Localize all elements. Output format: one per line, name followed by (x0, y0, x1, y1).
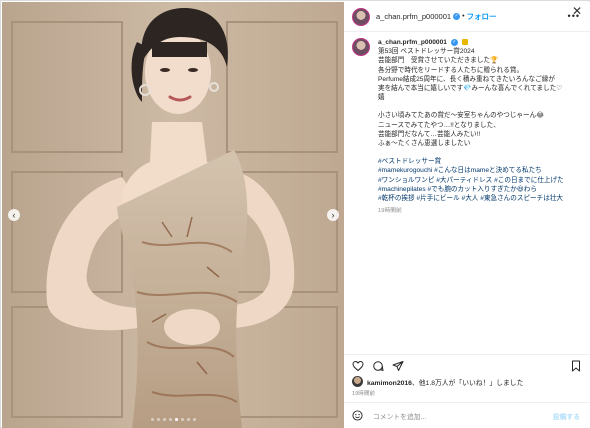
emoji-icon[interactable] (352, 410, 363, 421)
caption-line: ふぁ〜たくさん恵選しましたい (378, 140, 471, 148)
caption-body: a_chan.prfm_p000001 ✓ 第53回 ベストドレッサー賞2024… (378, 38, 582, 338)
post-details-panel: a_chan.prfm_p000001 ✓ • フォロー ••• a_chan.… (344, 2, 590, 428)
caption-line: 芸能部門 受賞させていただきました🏆 (378, 57, 499, 65)
hashtag-line[interactable]: #ワンショルワンピ #大パーティドレス #この日までに仕上げた (378, 176, 582, 185)
carousel-dot-active (174, 418, 178, 421)
caption-line: ニュースでみてたやつ…!!となりました、 (378, 121, 500, 129)
hashtag-line[interactable]: #乾杯の挨拶 #片手にビール #大人 #東急さんのスピーチは壮大 (378, 194, 582, 203)
caption-line: 実を結んで本当に嬉しいです💎みーんな喜んでくれてました♡ (378, 85, 563, 93)
post-timestamp: 19時間前 (352, 391, 376, 397)
carousel-dot (150, 418, 154, 421)
liker-avatar[interactable] (352, 376, 363, 387)
carousel-dots (2, 418, 344, 421)
post-header: a_chan.prfm_p000001 ✓ • フォロー ••• (344, 2, 590, 32)
carousel-dot (192, 418, 196, 421)
close-icon[interactable]: ✕ (571, 5, 583, 17)
post-media[interactable]: ‹ › (2, 2, 344, 428)
comment-input[interactable]: コメントを追加... (373, 411, 553, 421)
comment-icon[interactable] (372, 360, 384, 372)
caption-avatar[interactable] (352, 38, 370, 56)
liker-username[interactable]: kamimon2016 (367, 380, 412, 387)
follow-button[interactable]: フォロー (467, 11, 497, 22)
heart-icon[interactable] (352, 360, 364, 372)
caption-line: Perfume結成25周年に、長く積み重ねてきたいろんなご縁が (378, 75, 555, 83)
likes-text[interactable]: 、他1.8万人が「いいね！」しました (412, 380, 523, 387)
carousel-dot (180, 418, 184, 421)
bookmark-icon[interactable] (570, 360, 582, 372)
hashtag-line[interactable]: #machinepilates #でも腕のカット入りすぎたか😆わら (378, 185, 582, 194)
caption-line: 小さい頃みてたあの賞だ〜安室ちゃんのやつじゃーん😂 (378, 112, 544, 120)
header-username[interactable]: a_chan.prfm_p000001 (376, 12, 451, 21)
post-comment-button[interactable]: 投稿する (553, 411, 580, 421)
avatar[interactable] (352, 7, 370, 26)
caption-line: 芸能部門だなんて…芸能人みたい!! (378, 130, 481, 138)
action-bar (344, 354, 590, 376)
caption-line: 各分野で時代をリードする人たちに贈られる賞。 (378, 66, 524, 74)
caption-timestamp: 19時間前 (378, 208, 402, 215)
caption-header-line: a_chan.prfm_p000001 ✓ (378, 38, 582, 47)
verified-badge-icon: ✓ (450, 38, 458, 46)
carousel-dot (156, 418, 160, 421)
post-photo (2, 2, 344, 428)
chevron-right-icon[interactable]: › (327, 209, 339, 221)
carousel-dot (168, 418, 172, 421)
post-modal: ‹ › a_chan.prfm_p000001 ✓ • フォロー ••• a_c… (0, 0, 590, 428)
verified-badge-icon: ✓ (453, 13, 461, 20)
header-separator: • (462, 13, 465, 20)
carousel-dot (186, 418, 190, 421)
comment-bar: コメントを追加... 投稿する (344, 402, 590, 428)
carousel-dot (162, 418, 166, 421)
trophy-icon (461, 39, 468, 46)
caption-line: 第53回 ベストドレッサー賞2024 (378, 48, 475, 56)
caption-username[interactable]: a_chan.prfm_p000001 (378, 39, 447, 46)
hashtag-line[interactable]: #mamekurogouchi #こんな日はmameと決めてる私たち (378, 166, 582, 175)
caption-line: 嬉 (378, 94, 385, 102)
likes-summary: kamimon2016、他1.8万人が「いいね！」しました (352, 376, 523, 387)
share-icon[interactable] (392, 360, 404, 372)
hashtag-line[interactable]: #ベストドレッサー賞 (378, 157, 582, 166)
chevron-left-icon[interactable]: ‹ (8, 209, 20, 221)
post-caption: a_chan.prfm_p000001 ✓ 第53回 ベストドレッサー賞2024… (352, 38, 584, 338)
